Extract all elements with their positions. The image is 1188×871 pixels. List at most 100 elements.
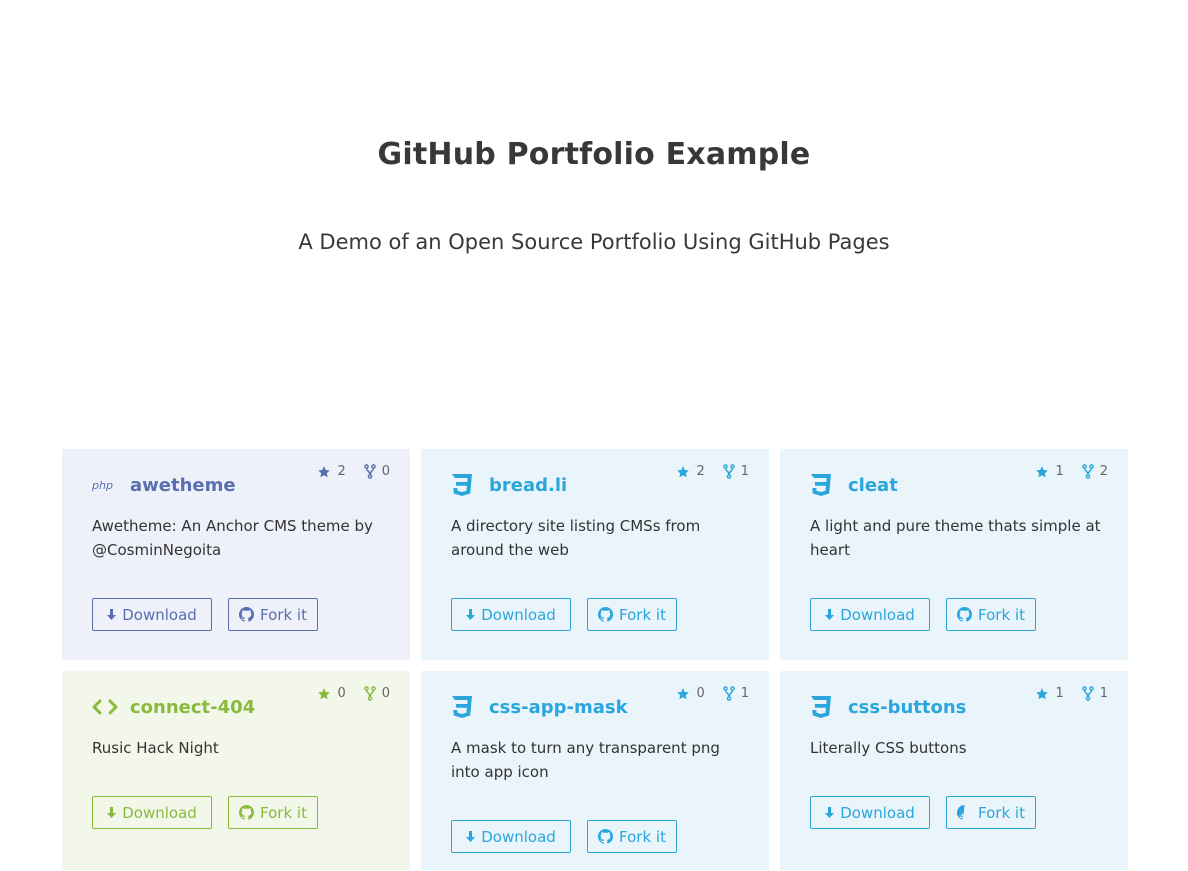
download-arrow-icon bbox=[466, 831, 476, 842]
star-icon bbox=[677, 687, 690, 699]
github-icon bbox=[957, 805, 965, 820]
download-label: Download bbox=[122, 803, 197, 822]
fork-label: Fork it bbox=[619, 827, 666, 846]
download-arrow-icon bbox=[107, 807, 117, 818]
download-label: Download bbox=[481, 605, 556, 624]
github-icon bbox=[239, 805, 255, 820]
download-button[interactable]: Download bbox=[810, 598, 930, 631]
star-count-value: 0 bbox=[337, 686, 346, 701]
download-button[interactable]: Download bbox=[810, 796, 930, 829]
repo-card: 0 0 connect-404 Rusic Hack Night Downloa… bbox=[62, 671, 410, 870]
repo-description: Literally CSS buttons bbox=[810, 739, 967, 757]
fork-count-value: 1 bbox=[740, 464, 749, 479]
download-arrow-icon bbox=[466, 609, 476, 620]
fork-count: 2 bbox=[1081, 464, 1108, 479]
github-icon bbox=[598, 607, 614, 622]
star-count: 0 bbox=[317, 686, 346, 701]
fork-button[interactable]: Fork it bbox=[228, 796, 318, 829]
fork-icon bbox=[722, 464, 735, 479]
star-count: 2 bbox=[676, 464, 705, 479]
repo-stats: 2 1 bbox=[676, 464, 749, 479]
download-label: Download bbox=[481, 827, 556, 846]
fork-label: Fork it bbox=[978, 803, 1025, 822]
css3-icon bbox=[451, 473, 489, 497]
repo-stats: 1 1 bbox=[1035, 686, 1108, 701]
star-count-value: 1 bbox=[1055, 464, 1064, 479]
star-count-value: 2 bbox=[696, 464, 705, 479]
repo-stats: 0 0 bbox=[317, 686, 390, 701]
star-count: 0 bbox=[676, 686, 705, 701]
star-count: 2 bbox=[317, 464, 346, 479]
fork-button[interactable]: Fork it bbox=[587, 598, 677, 631]
repo-stats: 1 2 bbox=[1035, 464, 1108, 479]
fork-count: 1 bbox=[722, 686, 749, 701]
star-count-value: 0 bbox=[696, 686, 705, 701]
download-arrow-icon bbox=[825, 807, 835, 818]
repo-name-link[interactable]: cleat bbox=[848, 475, 898, 496]
code-icon bbox=[92, 699, 130, 715]
css3-icon bbox=[810, 695, 848, 719]
fork-label: Fork it bbox=[260, 803, 307, 822]
download-label: Download bbox=[840, 605, 915, 624]
fork-icon bbox=[722, 686, 735, 701]
fork-button[interactable]: Fork it bbox=[228, 598, 318, 631]
fork-button[interactable]: Fork it bbox=[946, 598, 1036, 631]
fork-label: Fork it bbox=[978, 605, 1025, 624]
repo-description: A light and pure theme thats simple at h… bbox=[810, 517, 1101, 559]
repo-description: Rusic Hack Night bbox=[92, 739, 219, 757]
download-button[interactable]: Download bbox=[92, 598, 212, 631]
star-count-value: 2 bbox=[337, 464, 346, 479]
fork-icon bbox=[1081, 464, 1094, 479]
github-icon bbox=[239, 607, 255, 622]
fork-count-value: 0 bbox=[381, 686, 390, 701]
star-icon bbox=[318, 687, 331, 699]
fork-icon bbox=[363, 464, 376, 479]
php-icon: php bbox=[92, 478, 130, 492]
page-title: GitHub Portfolio Example bbox=[377, 137, 811, 172]
download-button[interactable]: Download bbox=[451, 820, 571, 853]
fork-count-value: 0 bbox=[381, 464, 390, 479]
repo-name-link[interactable]: css-buttons bbox=[848, 697, 966, 718]
fork-button[interactable]: Fork it bbox=[587, 820, 677, 853]
css3-icon bbox=[810, 473, 848, 497]
repo-name-link[interactable]: css-app-mask bbox=[489, 697, 628, 718]
css3-icon bbox=[451, 695, 489, 719]
fork-count-value: 1 bbox=[740, 686, 749, 701]
fork-count: 0 bbox=[363, 464, 390, 479]
download-label: Download bbox=[840, 803, 915, 822]
repo-name-link[interactable]: awetheme bbox=[130, 475, 236, 496]
download-arrow-icon bbox=[825, 609, 835, 620]
fork-count: 0 bbox=[363, 686, 390, 701]
repo-card: 2 0 php awetheme Awetheme: An Anchor CMS… bbox=[62, 449, 410, 660]
github-icon bbox=[598, 829, 614, 844]
repo-card: 0 1 css-app-mask A mask to turn any tran… bbox=[421, 671, 769, 870]
download-button[interactable]: Download bbox=[92, 796, 212, 829]
repo-name-link[interactable]: connect-404 bbox=[130, 697, 255, 718]
fork-icon bbox=[1081, 686, 1094, 701]
star-count: 1 bbox=[1035, 464, 1064, 479]
star-icon bbox=[318, 465, 331, 477]
github-icon bbox=[957, 607, 973, 622]
star-icon bbox=[1036, 465, 1049, 477]
repo-card: 1 2 cleat A light and pure theme thats s… bbox=[780, 449, 1128, 660]
fork-count-value: 2 bbox=[1099, 464, 1108, 479]
fork-icon bbox=[363, 686, 376, 701]
repo-grid: 2 0 php awetheme Awetheme: An Anchor CMS… bbox=[62, 449, 1128, 870]
download-button[interactable]: Download bbox=[451, 598, 571, 631]
repo-stats: 0 1 bbox=[676, 686, 749, 701]
star-count: 1 bbox=[1035, 686, 1064, 701]
fork-count: 1 bbox=[1081, 686, 1108, 701]
star-icon bbox=[1036, 687, 1049, 699]
star-count-value: 1 bbox=[1055, 686, 1064, 701]
svg-text:php: php bbox=[92, 479, 113, 492]
star-icon bbox=[677, 465, 690, 477]
repo-description: A mask to turn any transparent png into … bbox=[451, 739, 720, 781]
fork-count: 1 bbox=[722, 464, 749, 479]
fork-count-value: 1 bbox=[1099, 686, 1108, 701]
fork-button[interactable]: Fork it bbox=[946, 796, 1036, 829]
repo-name-link[interactable]: bread.li bbox=[489, 475, 567, 496]
repo-card: 2 1 bread.li A directory site listing CM… bbox=[421, 449, 769, 660]
repo-stats: 2 0 bbox=[317, 464, 390, 479]
repo-card: 1 1 css-buttons Literally CSS buttons Do… bbox=[780, 671, 1128, 870]
download-arrow-icon bbox=[107, 609, 117, 620]
